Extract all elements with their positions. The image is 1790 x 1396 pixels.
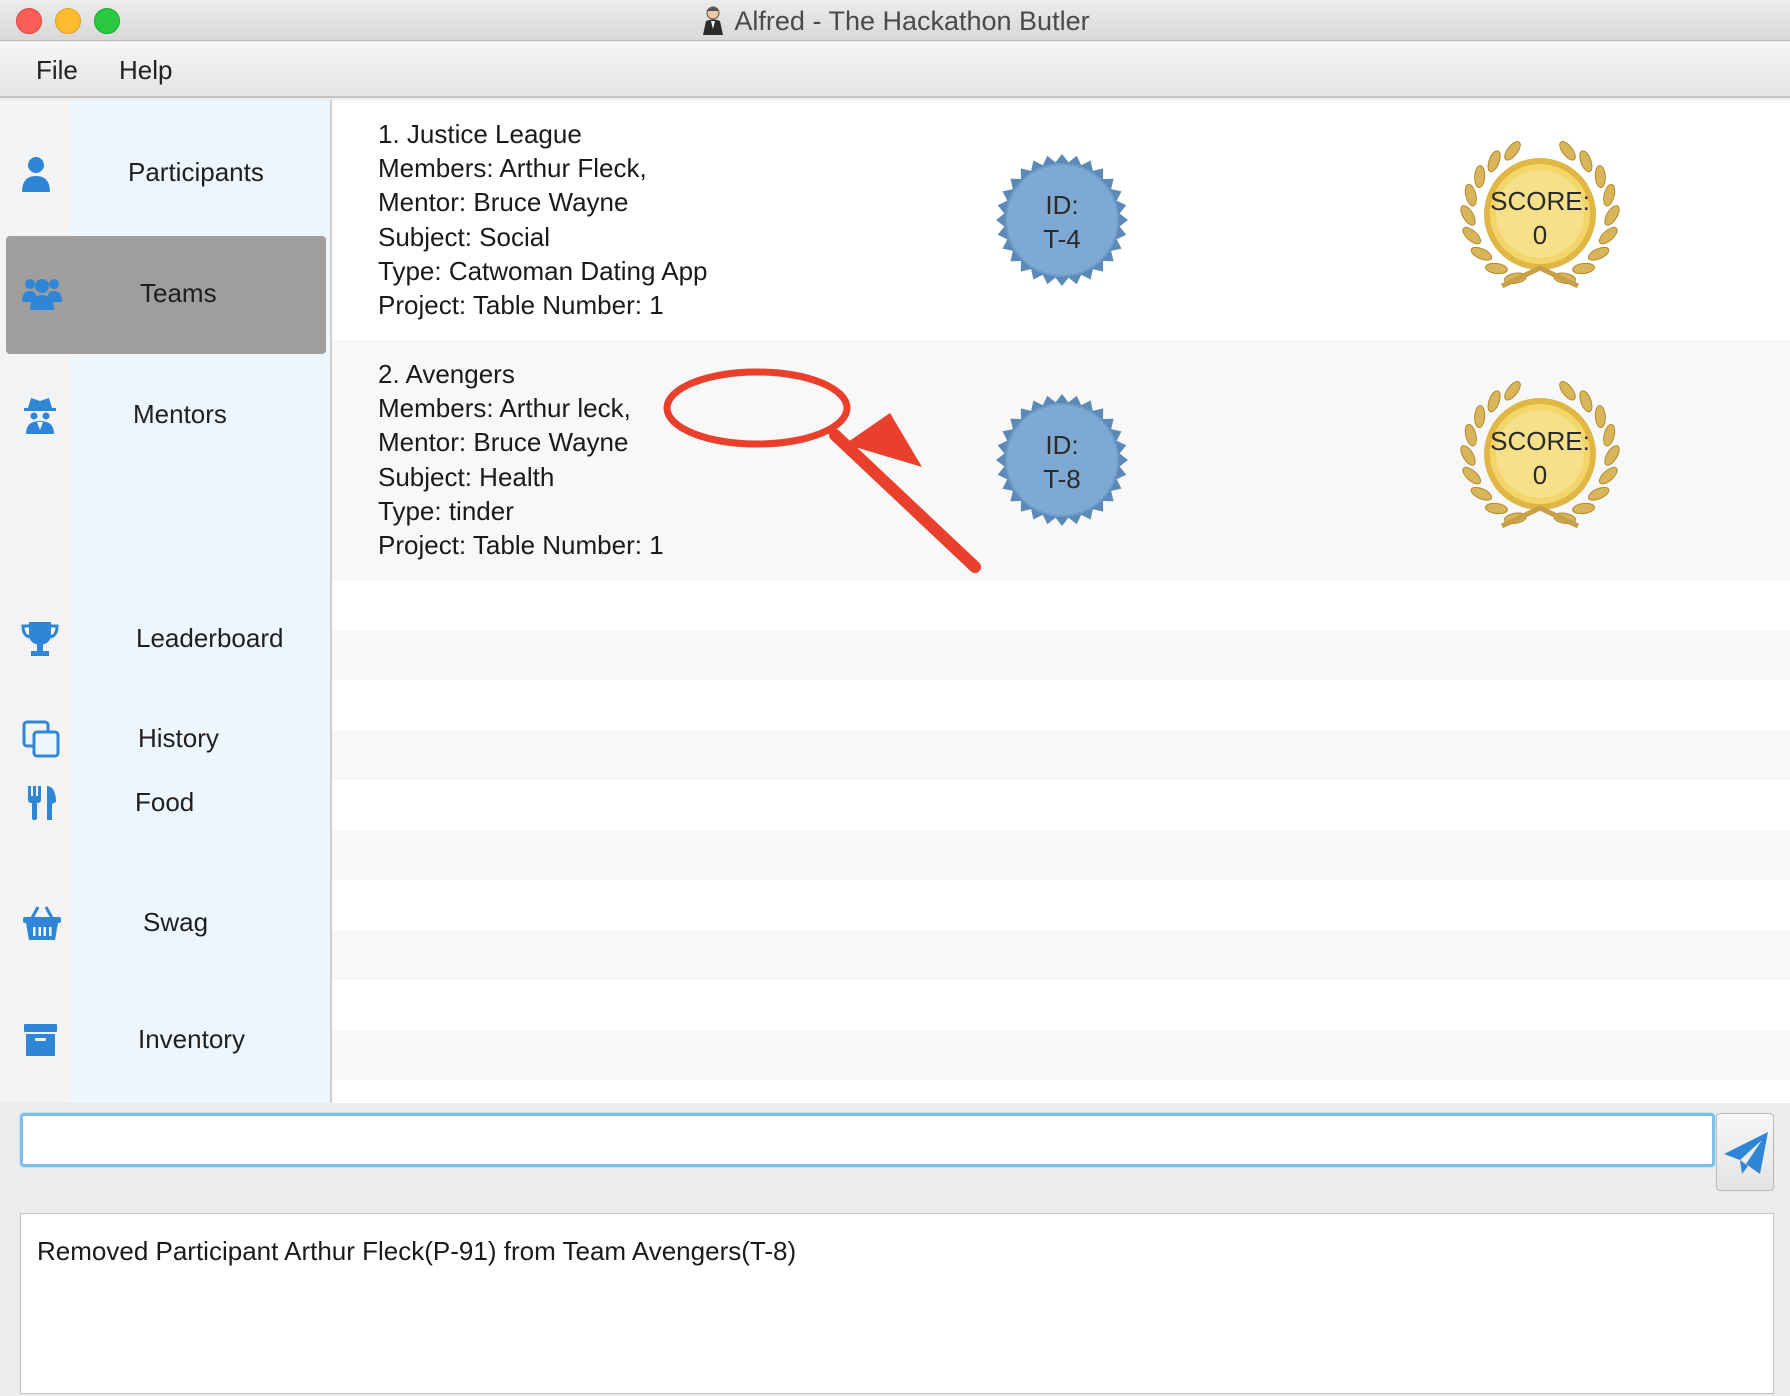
- sidebar-item-leaderboard[interactable]: Leaderboard: [0, 620, 330, 700]
- team-card[interactable]: 1. Justice League Members: Arthur Fleck,…: [332, 100, 1790, 340]
- basket-icon: [23, 906, 61, 940]
- menu-file[interactable]: File: [36, 55, 78, 86]
- sidebar-item-mentors[interactable]: Mentors: [0, 356, 330, 474]
- id-value: T-8: [1043, 464, 1081, 494]
- team-members: Members: Arthur leck,: [378, 393, 631, 424]
- sidebar-item-label: Teams: [140, 278, 217, 308]
- sidebar-item-food[interactable]: Food: [0, 784, 330, 854]
- sidebar-item-history[interactable]: History: [0, 720, 330, 790]
- copy-icon: [22, 720, 60, 758]
- id-label: ID:: [1045, 190, 1079, 220]
- team-type: Type: Catwoman Dating App: [378, 255, 708, 286]
- team-subject: Subject: Health: [378, 461, 555, 492]
- butler-icon: [703, 6, 724, 35]
- sidebar-item-label: Leaderboard: [136, 623, 284, 653]
- user-icon: [22, 157, 50, 192]
- users-icon: [22, 279, 62, 310]
- menu-help[interactable]: Help: [119, 55, 172, 86]
- window-title: Alfred - The Hackathon Butler: [734, 6, 1090, 36]
- score-value: 0: [1532, 460, 1548, 490]
- title-bar: Alfred - The Hackathon Butler: [0, 0, 1790, 41]
- sidebar-item-swag[interactable]: Swag: [0, 888, 330, 968]
- sidebar-item-label: Food: [135, 787, 195, 817]
- sidebar-item-teams[interactable]: Teams: [0, 236, 330, 354]
- id-badge: ID: T-4: [994, 152, 1130, 288]
- score-value: 0: [1532, 220, 1548, 250]
- score-label: SCORE:: [1490, 186, 1590, 216]
- team-list[interactable]: 1. Justice League Members: Arthur Fleck,…: [332, 100, 1790, 1103]
- command-input[interactable]: [20, 1113, 1715, 1167]
- team-mentor: Mentor: Bruce Wayne: [378, 187, 629, 218]
- team-project: Project: Table Number: 1: [378, 530, 664, 561]
- sidebar-item-inventory[interactable]: Inventory: [0, 1005, 330, 1085]
- score-badge: SCORE: 0: [1447, 136, 1633, 306]
- paper-plane-icon: [1724, 1132, 1768, 1174]
- team-header: 1. Justice League: [378, 119, 582, 149]
- team-members: Members: Arthur Fleck,: [378, 153, 647, 184]
- team-card[interactable]: 2. Avengers Members: Arthur leck, Mentor…: [332, 340, 1790, 580]
- menu-bar: File Help: [0, 42, 1790, 98]
- id-label: ID:: [1045, 430, 1079, 460]
- id-value: T-4: [1043, 224, 1081, 254]
- utensils-icon: [28, 786, 56, 820]
- result-display: Removed Participant Arthur Fleck(P-91) f…: [20, 1213, 1774, 1394]
- sidebar-item-label: Mentors: [133, 399, 227, 429]
- archive-icon: [24, 1024, 57, 1056]
- sidebar-item-participants[interactable]: Participants: [0, 100, 330, 218]
- id-badge: ID: T-8: [994, 392, 1130, 528]
- result-text: Removed Participant Arthur Fleck(P-91) f…: [37, 1236, 797, 1266]
- send-button[interactable]: [1716, 1113, 1774, 1191]
- team-mentor: Mentor: Bruce Wayne: [378, 427, 629, 458]
- sidebar-item-label: Participants: [128, 157, 264, 187]
- sidebar-item-label: Inventory: [138, 1024, 245, 1054]
- team-header: 2. Avengers: [378, 359, 515, 389]
- sidebar-item-label: Swag: [143, 907, 209, 937]
- score-badge: SCORE: 0: [1447, 376, 1633, 546]
- annotation-ellipse-arrow: [663, 368, 981, 573]
- spy-icon: [24, 398, 56, 434]
- score-label: SCORE:: [1490, 426, 1590, 456]
- team-subject: Subject: Social: [378, 221, 550, 252]
- sidebar-item-label: History: [138, 723, 219, 753]
- team-project: Project: Table Number: 1: [378, 290, 664, 321]
- sidebar: Participants Teams Mentors Leaderboard H…: [0, 100, 330, 1103]
- trophy-icon: [21, 622, 59, 656]
- team-type: Type: tinder: [378, 495, 514, 526]
